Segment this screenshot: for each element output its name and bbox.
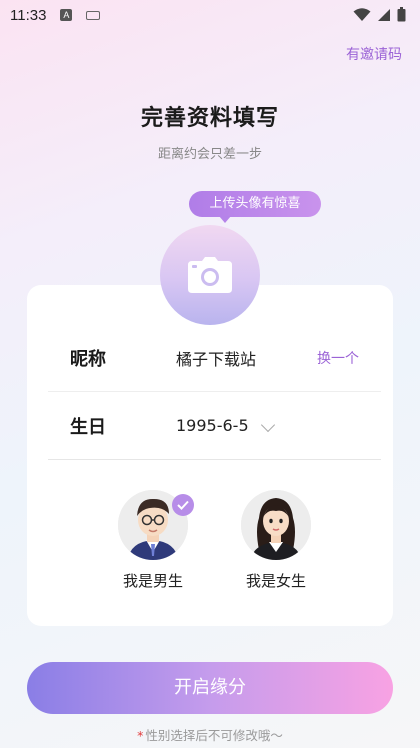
notification-a-icon: A: [60, 9, 73, 21]
battery-icon: [397, 7, 406, 22]
nickname-value[interactable]: 橘子下载站: [176, 346, 256, 370]
camera-icon: [188, 257, 232, 293]
female-avatar-illustration: [241, 490, 311, 560]
wifi-icon: [353, 7, 371, 21]
status-time: 11:33: [10, 6, 47, 24]
avatar-upload-button[interactable]: [160, 225, 260, 325]
signal-icon: [378, 8, 390, 21]
page-title: 完善资料填写: [140, 106, 279, 131]
notice-text: 性别选择后不可修改哦～: [145, 728, 283, 743]
nickname-label: 昵称: [70, 348, 106, 370]
invite-code-link[interactable]: 有邀请码: [346, 44, 402, 64]
notice-star: *: [137, 728, 144, 743]
upload-avatar-tip: 上传头像有惊喜: [189, 191, 321, 223]
female-avatar[interactable]: [241, 490, 311, 560]
selected-check-icon: [172, 494, 194, 516]
gender-female-option[interactable]: 我是女生: [236, 490, 316, 591]
male-label: 我是男生: [122, 572, 183, 590]
keyboard-icon: [86, 10, 101, 20]
nickname-row: 昵称 橘子下载站 换一个: [48, 324, 381, 392]
status-bar: 11:33 A: [0, 0, 420, 30]
start-button[interactable]: 开启缘分: [27, 662, 393, 714]
female-label: 我是女生: [245, 572, 306, 590]
change-nickname-button[interactable]: 换一个: [317, 348, 359, 368]
gender-notice: * 性别选择后不可修改哦～: [0, 725, 420, 744]
birthday-value[interactable]: 1995-6-5: [176, 416, 249, 435]
birthday-label: 生日: [70, 416, 106, 438]
status-right-icons: [353, 7, 406, 22]
birthday-row[interactable]: 生日 1995-6-5: [48, 392, 381, 460]
page-subtitle: 距离约会只差一步: [157, 147, 262, 162]
chevron-down-icon[interactable]: [260, 417, 276, 433]
